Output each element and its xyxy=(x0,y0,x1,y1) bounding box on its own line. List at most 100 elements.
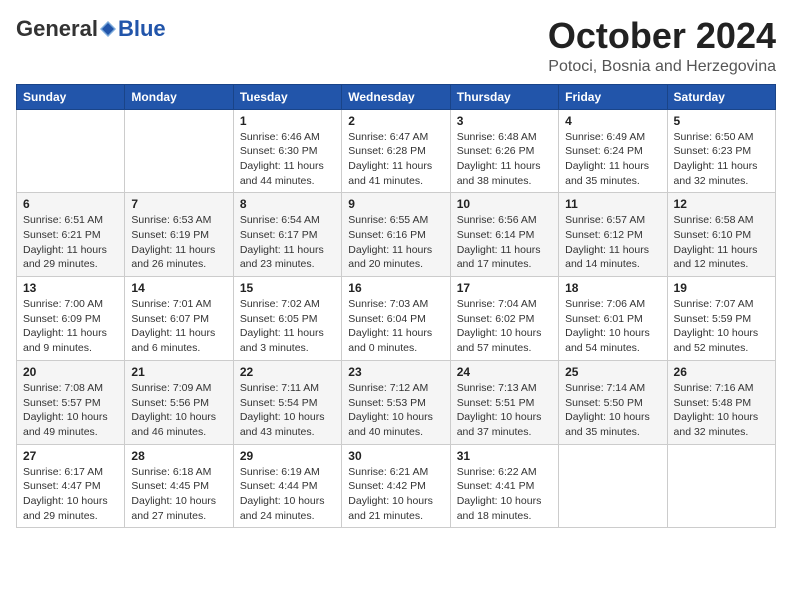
logo-blue-text: Blue xyxy=(118,16,166,42)
calendar-cell: 30 Sunrise: 6:21 AMSunset: 4:42 PMDayligh… xyxy=(342,444,450,528)
day-number: 30 xyxy=(348,449,443,463)
day-header-thursday: Thursday xyxy=(450,84,558,109)
calendar-cell: 25 Sunrise: 7:14 AMSunset: 5:50 PMDayligh… xyxy=(559,360,667,444)
calendar-cell: 11Sunrise: 6:57 AMSunset: 6:12 PMDayligh… xyxy=(559,193,667,277)
day-info: Sunrise: 6:22 AMSunset: 4:41 PMDaylight:… xyxy=(457,465,552,524)
day-number: 3 xyxy=(457,114,552,128)
calendar-cell: 9 Sunrise: 6:55 AMSunset: 6:16 PMDaylight… xyxy=(342,193,450,277)
day-number: 26 xyxy=(674,365,769,379)
calendar-cell: 27 Sunrise: 6:17 AMSunset: 4:47 PMDayligh… xyxy=(17,444,125,528)
day-number: 29 xyxy=(240,449,335,463)
day-info: Sunrise: 7:01 AMSunset: 6:07 PMDaylight:… xyxy=(131,297,226,356)
calendar-cell: 2 Sunrise: 6:47 AMSunset: 6:28 PMDaylight… xyxy=(342,109,450,193)
day-number: 12 xyxy=(674,197,769,211)
day-number: 27 xyxy=(23,449,118,463)
day-header-wednesday: Wednesday xyxy=(342,84,450,109)
day-number: 20 xyxy=(23,365,118,379)
calendar-cell: 5Sunrise: 6:50 AMSunset: 6:23 PMDaylight… xyxy=(667,109,775,193)
day-info: Sunrise: 7:04 AMSunset: 6:02 PMDaylight:… xyxy=(457,297,552,356)
day-header-sunday: Sunday xyxy=(17,84,125,109)
day-number: 10 xyxy=(457,197,552,211)
calendar-cell: 24 Sunrise: 7:13 AMSunset: 5:51 PMDayligh… xyxy=(450,360,558,444)
day-info: Sunrise: 6:47 AMSunset: 6:28 PMDaylight:… xyxy=(348,130,443,189)
day-info: Sunrise: 7:08 AMSunset: 5:57 PMDaylight:… xyxy=(23,381,118,440)
day-number: 8 xyxy=(240,197,335,211)
day-info: Sunrise: 6:56 AMSunset: 6:14 PMDaylight:… xyxy=(457,213,552,272)
calendar-cell: 8 Sunrise: 6:54 AMSunset: 6:17 PMDaylight… xyxy=(233,193,341,277)
day-number: 2 xyxy=(348,114,443,128)
calendar-cell: 4Sunrise: 6:49 AMSunset: 6:24 PMDaylight… xyxy=(559,109,667,193)
calendar-cell: 3 Sunrise: 6:48 AMSunset: 6:26 PMDaylight… xyxy=(450,109,558,193)
day-info: Sunrise: 6:17 AMSunset: 4:47 PMDaylight:… xyxy=(23,465,118,524)
calendar-cell: 26 Sunrise: 7:16 AMSunset: 5:48 PMDayligh… xyxy=(667,360,775,444)
day-info: Sunrise: 7:14 AMSunset: 5:50 PMDaylight:… xyxy=(565,381,660,440)
day-header-monday: Monday xyxy=(125,84,233,109)
day-number: 16 xyxy=(348,281,443,295)
page-header: General Blue October 2024 Potoci, Bosnia… xyxy=(16,16,776,76)
day-number: 9 xyxy=(348,197,443,211)
logo-icon xyxy=(99,18,117,36)
calendar-cell: 29 Sunrise: 6:19 AMSunset: 4:44 PMDayligh… xyxy=(233,444,341,528)
title-block: October 2024 Potoci, Bosnia and Herzegov… xyxy=(548,16,776,76)
day-info: Sunrise: 7:12 AMSunset: 5:53 PMDaylight:… xyxy=(348,381,443,440)
calendar-cell: 22Sunrise: 7:11 AMSunset: 5:54 PMDayligh… xyxy=(233,360,341,444)
calendar-cell: 28Sunrise: 6:18 AMSunset: 4:45 PMDayligh… xyxy=(125,444,233,528)
day-info: Sunrise: 6:49 AMSunset: 6:24 PMDaylight:… xyxy=(565,130,660,189)
calendar-cell: 16Sunrise: 7:03 AMSunset: 6:04 PMDayligh… xyxy=(342,277,450,361)
logo-general-text: General xyxy=(16,16,98,42)
day-info: Sunrise: 6:53 AMSunset: 6:19 PMDaylight:… xyxy=(131,213,226,272)
day-number: 21 xyxy=(131,365,226,379)
day-number: 14 xyxy=(131,281,226,295)
calendar-table: SundayMondayTuesdayWednesdayThursdayFrid… xyxy=(16,84,776,529)
day-info: Sunrise: 7:07 AMSunset: 5:59 PMDaylight:… xyxy=(674,297,769,356)
calendar-cell: 15Sunrise: 7:02 AMSunset: 6:05 PMDayligh… xyxy=(233,277,341,361)
day-info: Sunrise: 6:19 AMSunset: 4:44 PMDaylight:… xyxy=(240,465,335,524)
calendar-cell: 1 Sunrise: 6:46 AMSunset: 6:30 PMDaylight… xyxy=(233,109,341,193)
day-number: 28 xyxy=(131,449,226,463)
calendar-week-3: 13 Sunrise: 7:00 AMSunset: 6:09 PMDayligh… xyxy=(17,277,776,361)
day-info: Sunrise: 6:46 AMSunset: 6:30 PMDaylight:… xyxy=(240,130,335,189)
month-title: October 2024 xyxy=(548,16,776,56)
day-info: Sunrise: 7:06 AMSunset: 6:01 PMDaylight:… xyxy=(565,297,660,356)
day-number: 6 xyxy=(23,197,118,211)
day-number: 13 xyxy=(23,281,118,295)
day-number: 1 xyxy=(240,114,335,128)
day-info: Sunrise: 6:58 AMSunset: 6:10 PMDaylight:… xyxy=(674,213,769,272)
day-info: Sunrise: 6:48 AMSunset: 6:26 PMDaylight:… xyxy=(457,130,552,189)
calendar-cell: 13 Sunrise: 7:00 AMSunset: 6:09 PMDayligh… xyxy=(17,277,125,361)
day-info: Sunrise: 7:16 AMSunset: 5:48 PMDaylight:… xyxy=(674,381,769,440)
day-info: Sunrise: 7:02 AMSunset: 6:05 PMDaylight:… xyxy=(240,297,335,356)
day-number: 18 xyxy=(565,281,660,295)
day-info: Sunrise: 6:21 AMSunset: 4:42 PMDaylight:… xyxy=(348,465,443,524)
day-number: 22 xyxy=(240,365,335,379)
location-subtitle: Potoci, Bosnia and Herzegovina xyxy=(548,58,776,76)
calendar-week-2: 6 Sunrise: 6:51 AMSunset: 6:21 PMDaylight… xyxy=(17,193,776,277)
day-header-tuesday: Tuesday xyxy=(233,84,341,109)
calendar-week-1: 1 Sunrise: 6:46 AMSunset: 6:30 PMDaylight… xyxy=(17,109,776,193)
day-number: 19 xyxy=(674,281,769,295)
day-number: 25 xyxy=(565,365,660,379)
calendar-cell: 7Sunrise: 6:53 AMSunset: 6:19 PMDaylight… xyxy=(125,193,233,277)
calendar-cell: 31 Sunrise: 6:22 AMSunset: 4:41 PMDayligh… xyxy=(450,444,558,528)
day-info: Sunrise: 7:09 AMSunset: 5:56 PMDaylight:… xyxy=(131,381,226,440)
calendar-cell xyxy=(125,109,233,193)
day-info: Sunrise: 6:54 AMSunset: 6:17 PMDaylight:… xyxy=(240,213,335,272)
calendar-cell: 10 Sunrise: 6:56 AMSunset: 6:14 PMDayligh… xyxy=(450,193,558,277)
day-number: 24 xyxy=(457,365,552,379)
day-number: 5 xyxy=(674,114,769,128)
day-number: 11 xyxy=(565,197,660,211)
calendar-cell xyxy=(559,444,667,528)
day-info: Sunrise: 6:51 AMSunset: 6:21 PMDaylight:… xyxy=(23,213,118,272)
day-info: Sunrise: 7:13 AMSunset: 5:51 PMDaylight:… xyxy=(457,381,552,440)
calendar-cell: 14 Sunrise: 7:01 AMSunset: 6:07 PMDayligh… xyxy=(125,277,233,361)
day-info: Sunrise: 6:55 AMSunset: 6:16 PMDaylight:… xyxy=(348,213,443,272)
calendar-cell: 21 Sunrise: 7:09 AMSunset: 5:56 PMDayligh… xyxy=(125,360,233,444)
calendar-cell: 20 Sunrise: 7:08 AMSunset: 5:57 PMDayligh… xyxy=(17,360,125,444)
calendar-cell: 17Sunrise: 7:04 AMSunset: 6:02 PMDayligh… xyxy=(450,277,558,361)
day-number: 31 xyxy=(457,449,552,463)
calendar-cell: 23Sunrise: 7:12 AMSunset: 5:53 PMDayligh… xyxy=(342,360,450,444)
calendar-cell xyxy=(17,109,125,193)
calendar-cell xyxy=(667,444,775,528)
day-info: Sunrise: 7:00 AMSunset: 6:09 PMDaylight:… xyxy=(23,297,118,356)
calendar-cell: 6 Sunrise: 6:51 AMSunset: 6:21 PMDaylight… xyxy=(17,193,125,277)
